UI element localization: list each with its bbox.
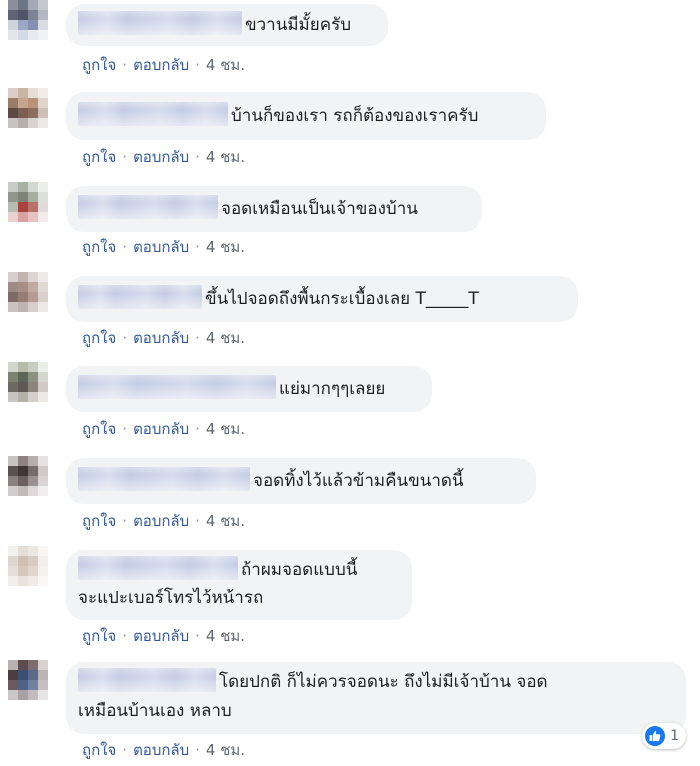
comment-text-line: โดยปกติ ก็ไม่ควรจอดนะ ถึงไม่มีเจ้าบ้าน จ…: [219, 672, 548, 692]
timestamp[interactable]: 4 ชม.: [206, 741, 245, 759]
timestamp[interactable]: 4 ชม.: [206, 148, 245, 166]
comment-text-line: ถ้าผมจอดแบบนี้: [241, 560, 358, 580]
comment-bubble: จอดทิ้งไว้แล้วข้ามคืนขนาดนี้: [66, 458, 536, 504]
comment-bubble: แย่มากๆๆเลยย: [66, 366, 432, 412]
comment-text-line: จะแปะเบอร์โทรไว้หน้ารถ: [78, 588, 264, 608]
comment-actions: ถูกใจ · ตอบกลับ · 4 ชม.: [82, 417, 245, 441]
separator: ·: [195, 420, 200, 438]
separator: ·: [122, 741, 128, 759]
separator: ·: [195, 627, 200, 645]
separator: ·: [195, 148, 200, 166]
reply-link[interactable]: ตอบกลับ: [133, 741, 189, 759]
like-link[interactable]: ถูกใจ: [82, 329, 116, 347]
separator: ·: [122, 627, 128, 645]
commenter-name[interactable]: [78, 102, 228, 126]
comment-bubble: โดยปกติ ก็ไม่ควรจอดนะ ถึงไม่มีเจ้าบ้าน จ…: [66, 662, 686, 734]
avatar[interactable]: [8, 362, 48, 402]
comment-text-line: เหมือนบ้านเอง หลาบ: [78, 701, 232, 721]
avatar[interactable]: [8, 546, 48, 586]
comment-text: ขึ้นไปจอดถึงพื้นกระเบื้องเลย T_____T: [205, 289, 479, 309]
like-link[interactable]: ถูกใจ: [82, 512, 116, 530]
reply-link[interactable]: ตอบกลับ: [133, 148, 189, 166]
reply-link[interactable]: ตอบกลับ: [133, 627, 189, 645]
comment-actions: ถูกใจ · ตอบกลับ · 4 ชม.: [82, 326, 245, 350]
comment-actions: ถูกใจ · ตอบกลับ · 4 ชม.: [82, 509, 245, 533]
commenter-name[interactable]: [78, 668, 216, 692]
separator: ·: [195, 238, 200, 256]
comment-actions: ถูกใจ · ตอบกลับ · 4 ชม.: [82, 624, 245, 648]
avatar[interactable]: [8, 0, 48, 48]
comment-text: บ้านก็ของเรา รถก็ต้องของเราครับ: [231, 106, 479, 126]
avatar[interactable]: [8, 456, 48, 496]
reply-link[interactable]: ตอบกลับ: [133, 238, 189, 256]
comment-actions: ถูกใจ · ตอบกลับ · 4 ชม.: [82, 53, 245, 77]
comment-bubble: จอดเหมือนเป็นเจ้าของบ้าน: [66, 186, 482, 232]
avatar[interactable]: [8, 182, 48, 222]
commenter-name[interactable]: [78, 467, 250, 491]
avatar[interactable]: [8, 272, 48, 312]
separator: ·: [195, 741, 200, 759]
separator: ·: [122, 238, 128, 256]
commenter-name[interactable]: [78, 195, 218, 219]
commenter-name[interactable]: [78, 285, 202, 309]
comment-bubble: ขวานมีมั้ยครับ: [66, 4, 388, 46]
reply-link[interactable]: ตอบกลับ: [133, 56, 189, 74]
avatar[interactable]: [8, 660, 48, 700]
comment-bubble: ถ้าผมจอดแบบนี้ จะแปะเบอร์โทรไว้หน้ารถ: [66, 550, 412, 620]
reply-link[interactable]: ตอบกลับ: [133, 512, 189, 530]
separator: ·: [122, 148, 128, 166]
separator: ·: [122, 420, 128, 438]
timestamp[interactable]: 4 ชม.: [206, 627, 245, 645]
separator: ·: [195, 512, 200, 530]
timestamp[interactable]: 4 ชม.: [206, 56, 245, 74]
reaction-badge[interactable]: 1: [642, 723, 686, 749]
comment-text: จอดทิ้งไว้แล้วข้ามคืนขนาดนี้: [253, 471, 464, 491]
comment-actions: ถูกใจ · ตอบกลับ · 4 ชม.: [82, 145, 245, 169]
timestamp[interactable]: 4 ชม.: [206, 512, 245, 530]
reaction-count: 1: [670, 728, 679, 744]
like-link[interactable]: ถูกใจ: [82, 420, 116, 438]
timestamp[interactable]: 4 ชม.: [206, 238, 245, 256]
separator: ·: [122, 329, 128, 347]
timestamp[interactable]: 4 ชม.: [206, 420, 245, 438]
like-link[interactable]: ถูกใจ: [82, 238, 116, 256]
separator: ·: [122, 56, 128, 74]
comment-bubble: บ้านก็ของเรา รถก็ต้องของเราครับ: [66, 92, 546, 140]
avatar[interactable]: [8, 88, 48, 128]
timestamp[interactable]: 4 ชม.: [206, 329, 245, 347]
separator: ·: [195, 329, 200, 347]
reply-link[interactable]: ตอบกลับ: [133, 329, 189, 347]
commenter-name[interactable]: [78, 11, 242, 35]
separator: ·: [122, 512, 128, 530]
like-link[interactable]: ถูกใจ: [82, 148, 116, 166]
like-link[interactable]: ถูกใจ: [82, 627, 116, 645]
thumbs-up-icon: [645, 726, 666, 746]
comment-actions: ถูกใจ · ตอบกลับ · 4 ชม.: [82, 738, 245, 762]
reply-link[interactable]: ตอบกลับ: [133, 420, 189, 438]
comment-text: จอดเหมือนเป็นเจ้าของบ้าน: [221, 199, 418, 219]
comment-actions: ถูกใจ · ตอบกลับ · 4 ชม.: [82, 235, 245, 259]
commenter-name[interactable]: [78, 375, 276, 399]
like-link[interactable]: ถูกใจ: [82, 741, 116, 759]
separator: ·: [195, 56, 200, 74]
commenter-name[interactable]: [78, 556, 238, 580]
comment-bubble: ขึ้นไปจอดถึงพื้นกระเบื้องเลย T_____T: [66, 276, 578, 322]
like-link[interactable]: ถูกใจ: [82, 56, 116, 74]
comment-text: ขวานมีมั้ยครับ: [245, 15, 352, 35]
comment-text: แย่มากๆๆเลยย: [279, 379, 386, 399]
